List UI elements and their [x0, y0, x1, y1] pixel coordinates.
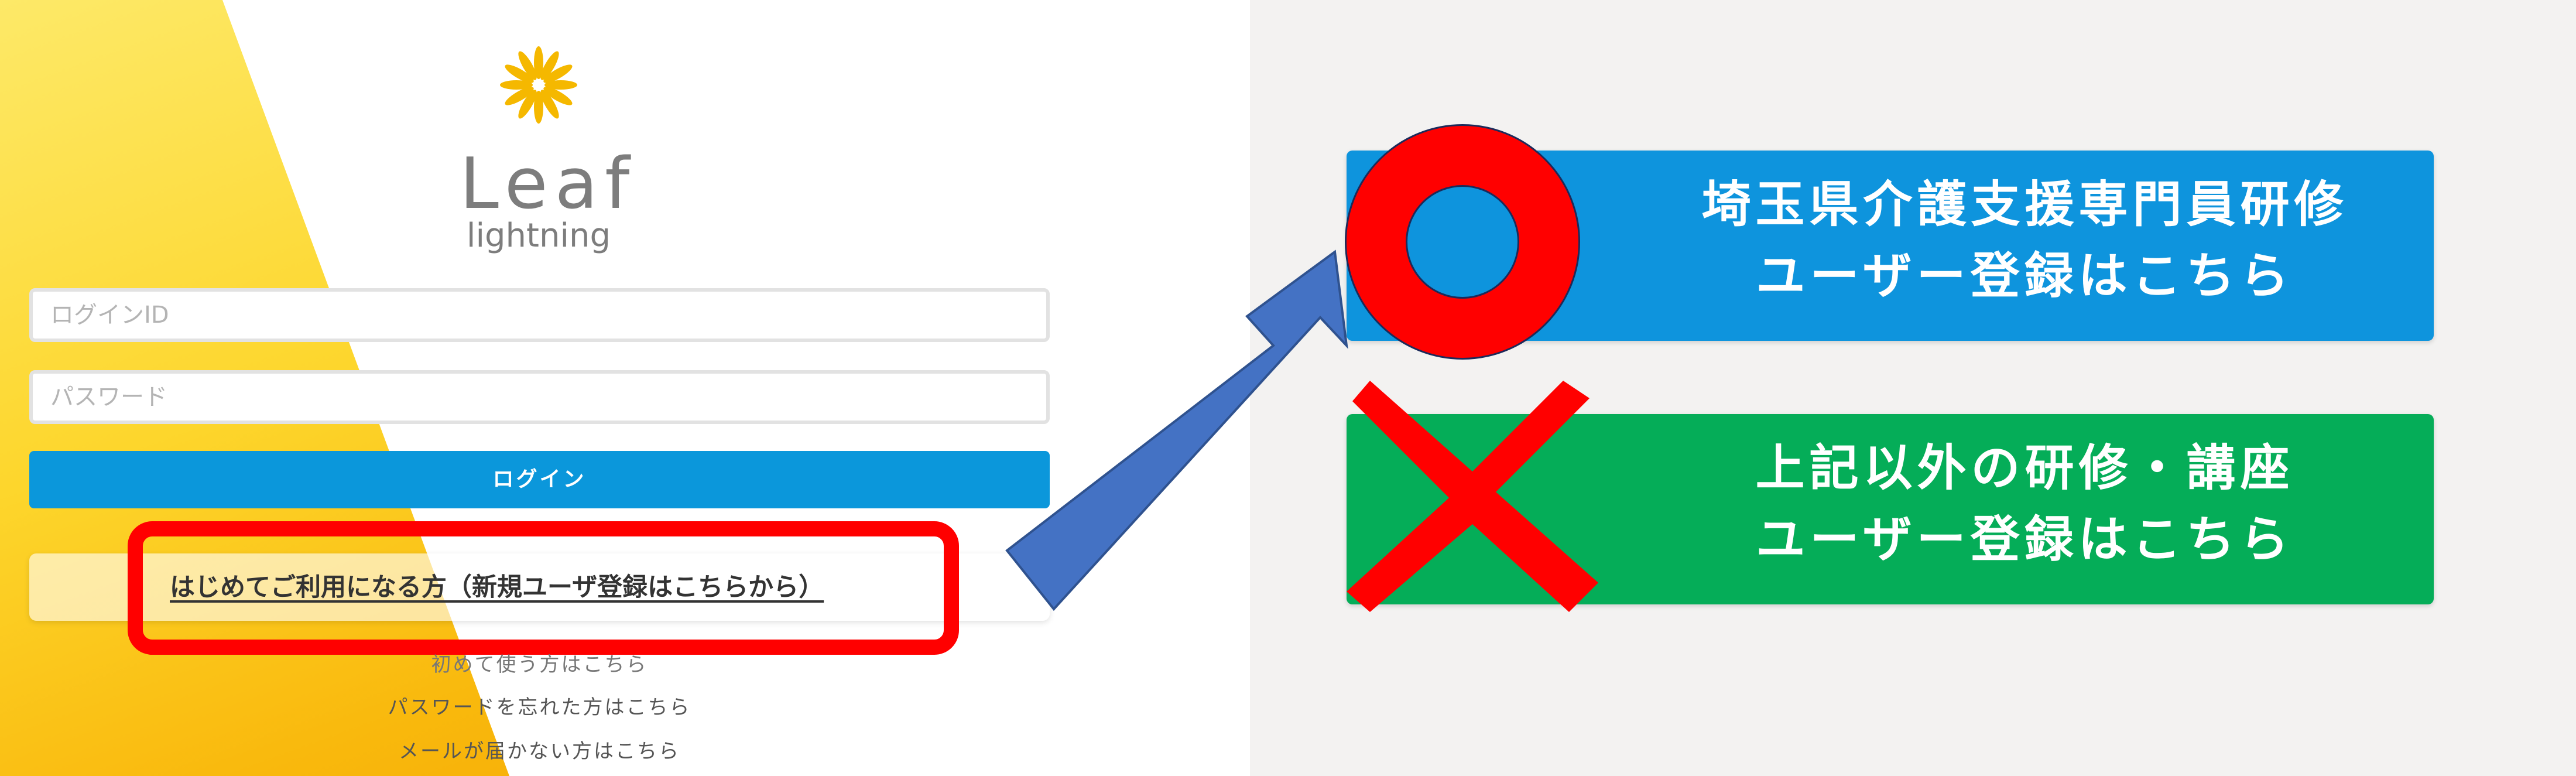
correct-circle-icon	[1345, 124, 1580, 360]
incorrect-cross-icon	[1347, 381, 1598, 612]
first-time-link[interactable]: 初めて使う方はこちら	[0, 648, 1079, 677]
logo-name: Leaf	[460, 143, 637, 225]
mail-not-received-link[interactable]: メールが届かない方はこちら	[0, 735, 1079, 764]
forgot-password-link[interactable]: パスワードを忘れた方はこちら	[0, 691, 1079, 720]
register-highlight-box	[128, 521, 959, 655]
logo-subtitle: lightning	[466, 217, 611, 255]
direction-arrow-icon	[1005, 249, 1348, 611]
password-input[interactable]	[29, 370, 1050, 424]
login-button[interactable]: ログイン	[29, 451, 1050, 508]
login-id-input[interactable]	[29, 288, 1050, 342]
sun-flower-icon	[500, 46, 577, 124]
app-logo: Leaf lightning	[451, 41, 637, 252]
